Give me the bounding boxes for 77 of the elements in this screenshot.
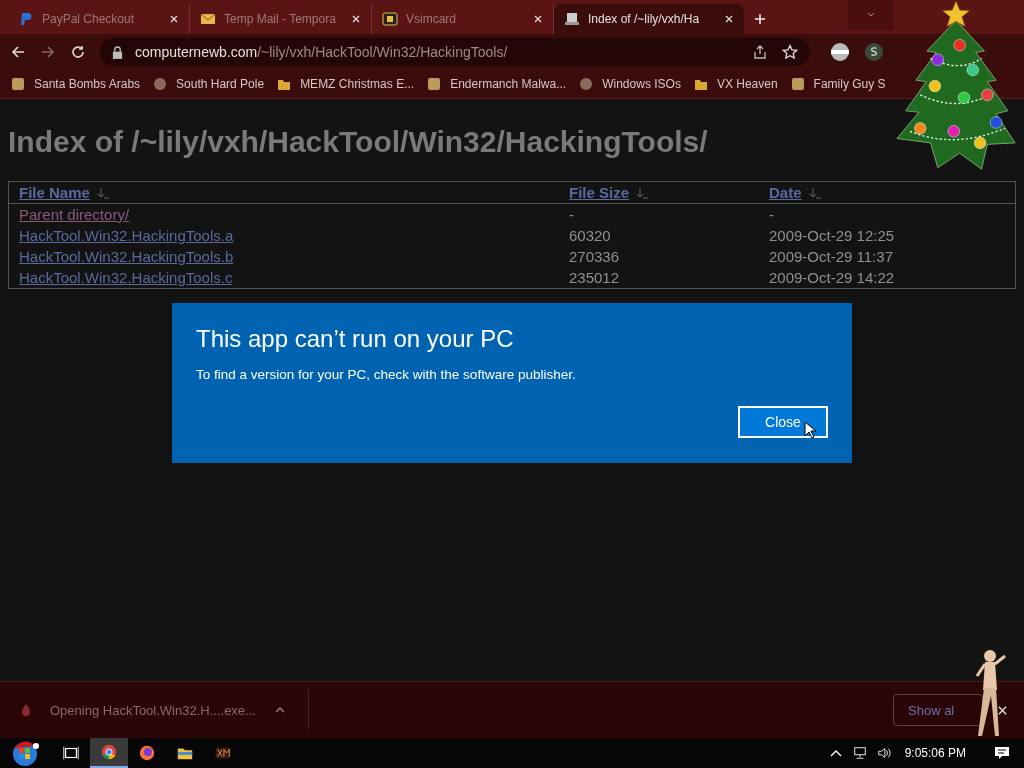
bookmark-item[interactable]: VX Heaven <box>692 76 778 92</box>
bookmark-item[interactable]: Endermanch Malwa... <box>426 76 567 92</box>
column-header-link[interactable]: File Size <box>569 184 630 201</box>
close-icon[interactable] <box>724 14 734 24</box>
close-icon[interactable] <box>169 14 179 24</box>
address-bar[interactable]: computernewb.com/~lily/vxh/HackTool/Win32/HackingTools/ <box>100 38 810 66</box>
url-path: /~lily/vxh/HackTool/Win32/HackingTools/ <box>257 44 508 60</box>
page-heading: Index of /~lily/vxh/HackTool/Win32/HackingTools/ <box>8 125 709 159</box>
bookmark-item[interactable]: Windows ISOs <box>578 76 681 92</box>
sort-arrow-icon[interactable] <box>635 186 650 199</box>
sim-card-icon <box>382 11 398 27</box>
mouse-cursor-icon <box>804 421 816 439</box>
volume-icon[interactable] <box>876 746 891 760</box>
lock-icon <box>112 45 123 59</box>
table-cell: 2009-Oct-29 12:25 <box>769 227 895 244</box>
star-icon[interactable] <box>782 44 798 60</box>
forward-arrow-icon[interactable] <box>40 44 56 60</box>
bookmark-icon <box>10 76 26 92</box>
tab-title: Temp Mail - Tempora <box>224 12 337 26</box>
bookmark-icon <box>426 76 443 92</box>
share-icon[interactable] <box>752 44 768 60</box>
sort-arrow-icon[interactable] <box>807 186 822 199</box>
file-link[interactable]: HackTool.Win32.HackingTools.a <box>19 227 234 244</box>
table-cell: - <box>769 206 774 223</box>
back-arrow-icon[interactable] <box>10 44 26 60</box>
tab-title: Vsimcard <box>406 12 457 26</box>
bookmark-label: Endermanch Malwa... <box>450 77 567 91</box>
dialog-title: This app can’t run on your PC <box>196 325 515 353</box>
tab-title: PayPal Checkout <box>42 12 136 26</box>
column-header-link[interactable]: Date <box>769 184 802 201</box>
bookmark-label: MEMZ Christmas E... <box>300 77 415 91</box>
close-button[interactable]: Close <box>738 406 828 438</box>
close-icon[interactable] <box>997 704 1008 716</box>
browser-tab[interactable]: Index of /~lily/vxh/Ha <box>554 4 744 34</box>
url-host: computernewb.com <box>135 44 258 60</box>
bookmark-icon <box>789 76 806 92</box>
notification-icon[interactable] <box>994 745 1010 761</box>
bookmark-icon <box>152 76 169 92</box>
bookmark-label: VX Heaven <box>716 77 778 91</box>
table-cell: 2009-Oct-29 14:22 <box>769 269 895 286</box>
bookmark-label: Family Guy S <box>813 77 886 91</box>
task-view-icon <box>62 744 80 762</box>
close-icon[interactable] <box>351 14 361 24</box>
file-link[interactable]: HackTool.Win32.HackingTools.b <box>19 248 234 265</box>
bookmark-label: South Hard Pole <box>176 77 265 91</box>
browser-icon <box>100 743 118 761</box>
table-cell: - <box>569 206 574 223</box>
taskbar-button[interactable] <box>90 738 128 768</box>
new-tab-icon[interactable] <box>754 13 766 25</box>
bookmark-item[interactable]: South Hard Pole <box>152 76 265 92</box>
table-cell: 270336 <box>569 248 620 265</box>
network-icon[interactable] <box>852 746 867 760</box>
fox-browser-icon <box>138 744 156 762</box>
envelope-icon <box>200 11 216 27</box>
bookmark-icon <box>578 76 595 92</box>
bookmark-item[interactable]: Santa Bombs Arabs <box>10 76 141 92</box>
extension-circle-icon[interactable] <box>830 42 850 62</box>
column-header-link[interactable]: File Name <box>19 184 90 201</box>
clock[interactable]: 9:05:06 PM <box>904 746 966 760</box>
dialog-message: To find a version for your PC, check with the software publisher. <box>196 367 577 382</box>
server-icon <box>564 11 580 27</box>
table-cell: 2009-Oct-29 11:37 <box>769 248 893 265</box>
bookmark-item[interactable]: MEMZ Christmas E... <box>276 76 415 92</box>
close-icon[interactable] <box>533 14 543 24</box>
extension-s-icon[interactable] <box>864 42 884 62</box>
download-item-label[interactable]: Opening HackTool.Win32.H....exe... <box>50 702 256 718</box>
file-link[interactable]: Parent directory/ <box>19 206 130 223</box>
tab-title: Index of /~lily/vxh/Ha <box>588 12 701 26</box>
table-cell: 235012 <box>569 269 620 286</box>
bookmark-label: Santa Bombs Arabs <box>34 77 141 91</box>
p-logo-icon <box>18 11 34 27</box>
table-cell: 60320 <box>569 227 611 244</box>
file-link[interactable]: HackTool.Win32.HackingTools.c <box>19 269 233 286</box>
bookmark-item[interactable]: Family Guy S <box>789 76 886 92</box>
reload-icon[interactable] <box>70 44 86 60</box>
bookmark-label: Windows ISOs <box>602 77 681 91</box>
sort-arrow-icon[interactable] <box>95 186 110 199</box>
